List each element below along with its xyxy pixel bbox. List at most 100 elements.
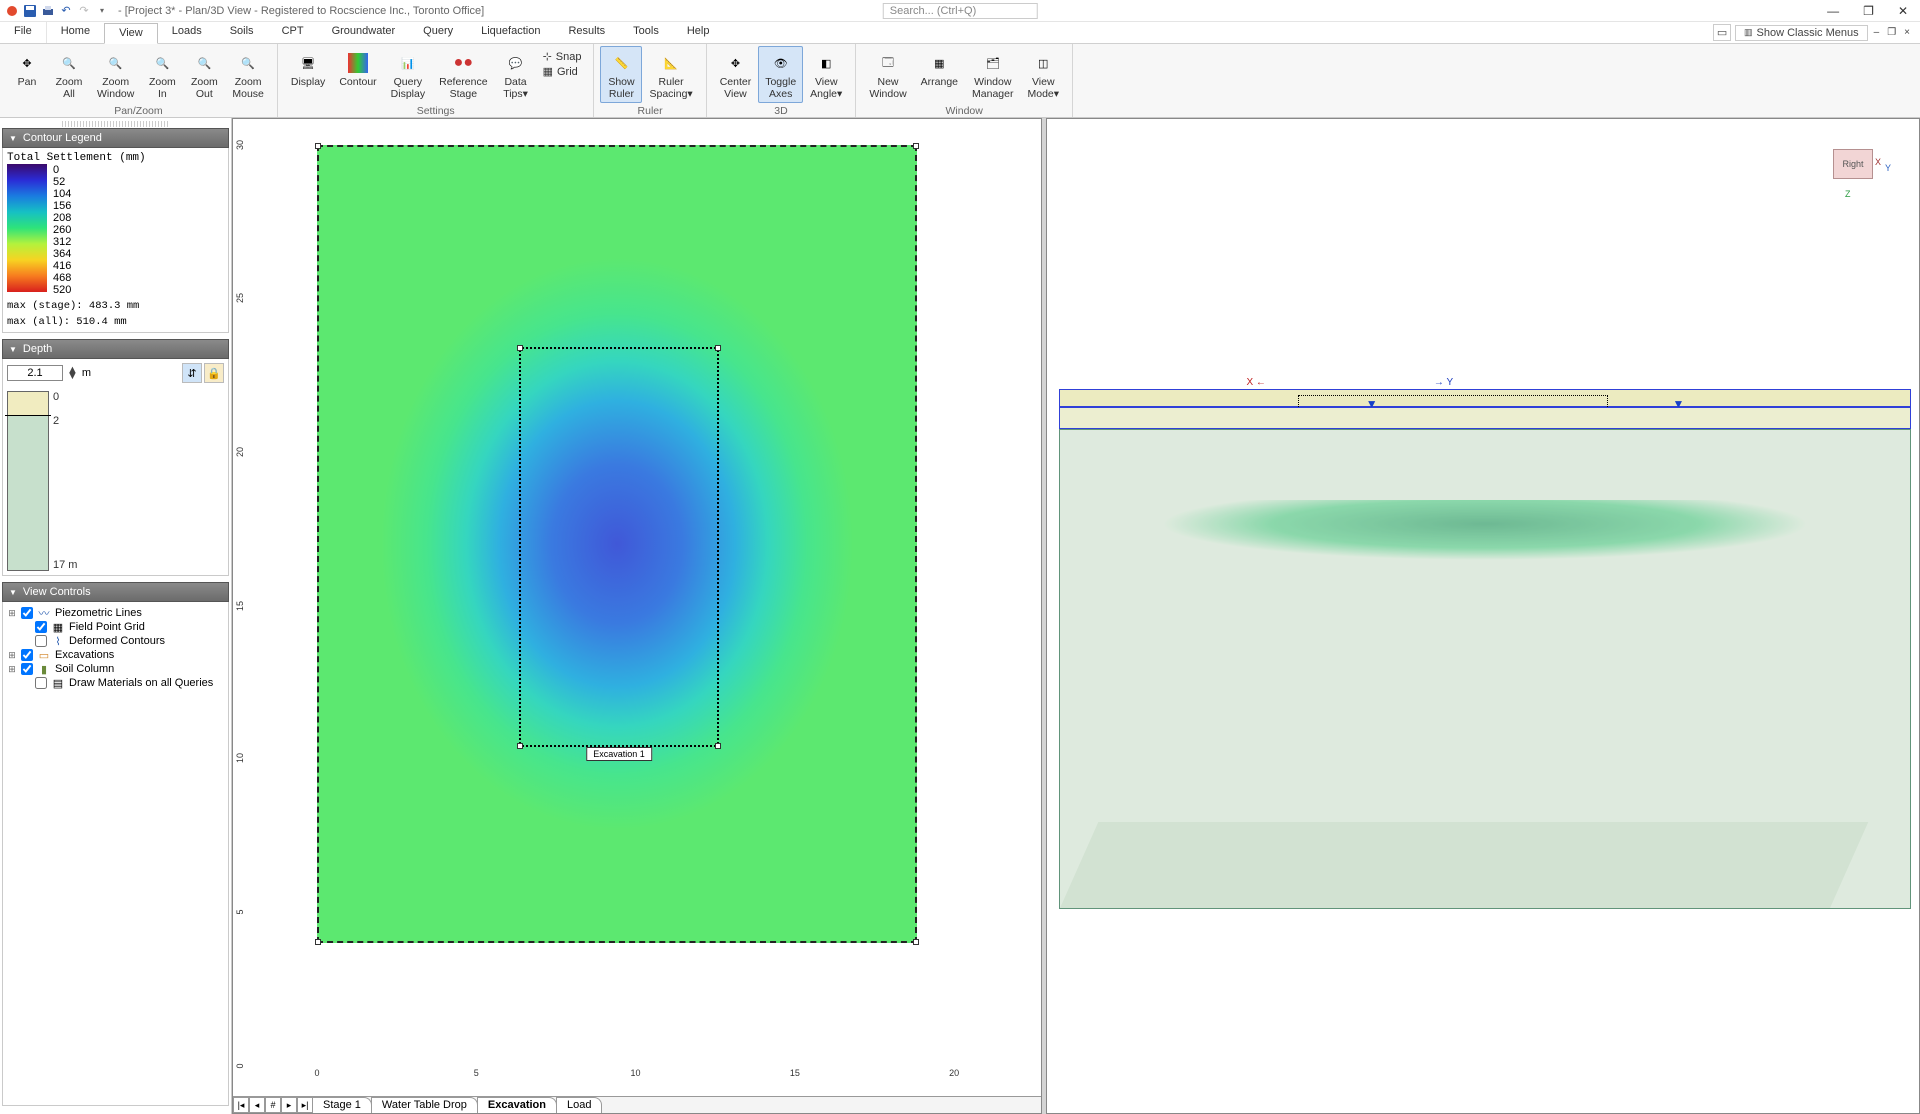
grid-button[interactable]: ▦Grid [543, 65, 582, 78]
depth-column[interactable] [7, 391, 49, 571]
collapse-ribbon-icon[interactable]: ▭ [1713, 24, 1731, 41]
reference-stage-button[interactable]: ●●Reference Stage [432, 46, 494, 103]
stage-last-button[interactable]: ▸| [297, 1097, 313, 1113]
stage-next-button[interactable]: ▸ [281, 1097, 297, 1113]
tab-soils[interactable]: Soils [216, 22, 268, 43]
arrange-icon: ▦ [927, 51, 951, 75]
zoom-out-button[interactable]: 🔍Zoom Out [183, 46, 225, 103]
contour-button[interactable]: Contour [332, 46, 383, 103]
depth-header[interactable]: Depth [2, 339, 229, 359]
search-input[interactable]: Search... (Ctrl+Q) [883, 3, 1038, 19]
close-button[interactable]: ✕ [1898, 4, 1908, 18]
new-window-button[interactable]: 🗔New Window [862, 46, 913, 103]
save-icon[interactable] [22, 3, 38, 19]
print-icon[interactable] [40, 3, 56, 19]
zoom-window-button[interactable]: 🔍Zoom Window [90, 46, 141, 103]
soil-column-icon: ▮ [37, 663, 51, 675]
zoom-in-button[interactable]: 🔍Zoom In [141, 46, 183, 103]
tree-item-excavations[interactable]: ⊞▭Excavations [7, 648, 224, 662]
depth-lock-icon[interactable]: 🔒 [204, 363, 224, 383]
view-angle-button[interactable]: ◧View Angle▾ [803, 46, 849, 103]
ribbon: ✥Pan 🔍Zoom All 🔍Zoom Window 🔍Zoom In 🔍Zo… [0, 44, 1920, 118]
redo-icon[interactable]: ↷ [76, 3, 92, 19]
plan-viewport[interactable]: 30 25 20 15 10 5 0 [232, 118, 1042, 1114]
snap-button[interactable]: ⊹Snap [543, 50, 582, 63]
center-view-button[interactable]: ✥Center View [713, 46, 759, 103]
tab-query[interactable]: Query [409, 22, 467, 43]
plan-x-axis: 0 5 10 15 20 [317, 1068, 1041, 1084]
tree-item-deformed[interactable]: ⌇Deformed Contours [7, 634, 224, 648]
stage-tab-3[interactable]: Excavation [477, 1097, 557, 1113]
axis-y-label: → Y [1434, 377, 1453, 388]
3d-viewport[interactable]: Right X Y Z X ← → Y ▼ ▼ [1046, 118, 1920, 1114]
gizmo-face[interactable]: Right [1833, 149, 1873, 179]
stage-tab-2[interactable]: Water Table Drop [371, 1097, 478, 1113]
titlebar: ↶ ↷ ▾ - [Project 3* - Plan/3D View - Reg… [0, 0, 1920, 22]
stage-tab-4[interactable]: Load [556, 1097, 602, 1113]
ribbon-group-window: Window [856, 105, 1072, 118]
stage-prev-button[interactable]: ◂ [249, 1097, 265, 1113]
legend-max-all: max (all): 510.4 mm [7, 316, 224, 328]
gizmo-y-label: Y [1885, 163, 1891, 173]
tree-item-draw-materials[interactable]: ▤Draw Materials on all Queries [7, 676, 224, 690]
3d-scene[interactable]: X ← → Y ▼ ▼ [1059, 389, 1911, 909]
data-tips-icon: 💬 [504, 51, 528, 75]
window-manager-button[interactable]: 🗂Window Manager [965, 46, 1020, 103]
mdi-restore-icon[interactable]: ❐ [1885, 27, 1898, 38]
maximize-button[interactable]: ❐ [1863, 4, 1874, 18]
stage-num-button[interactable]: # [265, 1097, 281, 1113]
tree-item-piezometric[interactable]: ⊞〰Piezometric Lines [7, 606, 224, 620]
excavation-label[interactable]: Excavation 1 [586, 747, 652, 761]
side-panel: Contour Legend Total Settlement (mm) 052… [0, 118, 232, 1114]
mdi-minimize-icon[interactable]: – [1872, 27, 1882, 38]
tree-item-field-grid[interactable]: ▦Field Point Grid [7, 620, 224, 634]
zoom-all-icon: 🔍 [57, 51, 81, 75]
deformed-icon: ⌇ [51, 635, 65, 647]
tab-tools[interactable]: Tools [619, 22, 673, 43]
view-mode-button[interactable]: ◫View Mode▾ [1020, 46, 1066, 103]
ruler-spacing-button[interactable]: 📐Ruler Spacing▾ [642, 46, 699, 103]
tab-loads[interactable]: Loads [158, 22, 216, 43]
stage-first-button[interactable]: |◂ [233, 1097, 249, 1113]
query-display-button[interactable]: 📊Query Display [384, 46, 432, 103]
tab-cpt[interactable]: CPT [268, 22, 318, 43]
tab-view[interactable]: View [104, 23, 158, 44]
arrange-button[interactable]: ▦Arrange [914, 46, 965, 103]
plan-excavation[interactable]: Excavation 1 [519, 347, 719, 747]
pan-button[interactable]: ✥Pan [6, 46, 48, 103]
stage-tab-1[interactable]: Stage 1 [312, 1097, 372, 1113]
zoom-mouse-button[interactable]: 🔍Zoom Mouse [225, 46, 271, 103]
toggle-axes-button[interactable]: 👁Toggle Axes [758, 46, 803, 103]
plan-domain[interactable]: Excavation 1 [317, 145, 917, 943]
view-controls-header[interactable]: View Controls [2, 582, 229, 602]
tab-results[interactable]: Results [554, 22, 619, 43]
depth-sync-icon[interactable]: ⇵ [182, 363, 202, 383]
tab-home[interactable]: Home [47, 22, 104, 43]
tab-help[interactable]: Help [673, 22, 724, 43]
tab-file[interactable]: File [0, 22, 47, 43]
pan-icon: ✥ [15, 51, 39, 75]
zoom-all-button[interactable]: 🔍Zoom All [48, 46, 90, 103]
tab-liquefaction[interactable]: Liquefaction [467, 22, 554, 43]
legend-max-stage: max (stage): 483.3 mm [7, 300, 224, 312]
depth-input[interactable] [7, 365, 63, 381]
zoom-in-icon: 🔍 [150, 51, 174, 75]
show-classic-menus-button[interactable]: ▥Show Classic Menus [1735, 25, 1868, 41]
panel-grip[interactable] [62, 121, 169, 127]
show-ruler-button[interactable]: 📏Show Ruler [600, 46, 642, 103]
contour-legend-header[interactable]: Contour Legend [2, 128, 229, 148]
tab-groundwater[interactable]: Groundwater [318, 22, 410, 43]
qat-more-icon[interactable]: ▾ [94, 3, 110, 19]
data-tips-button[interactable]: 💬Data Tips▾ [495, 46, 537, 103]
undo-icon[interactable]: ↶ [58, 3, 74, 19]
minimize-button[interactable]: — [1827, 4, 1839, 18]
display-button[interactable]: 🖥Display [284, 46, 332, 103]
mdi-close-icon[interactable]: × [1902, 27, 1912, 38]
ribbon-group-ruler: Ruler [594, 105, 705, 118]
legend-colorbar [7, 164, 47, 292]
depth-spinner[interactable]: ▲▼ [67, 367, 78, 379]
app-icon [4, 3, 20, 19]
reference-stage-icon: ●● [451, 51, 475, 75]
view-gizmo[interactable]: Right X Y Z [1823, 139, 1895, 211]
tree-item-soil-column[interactable]: ⊞▮Soil Column [7, 662, 224, 676]
